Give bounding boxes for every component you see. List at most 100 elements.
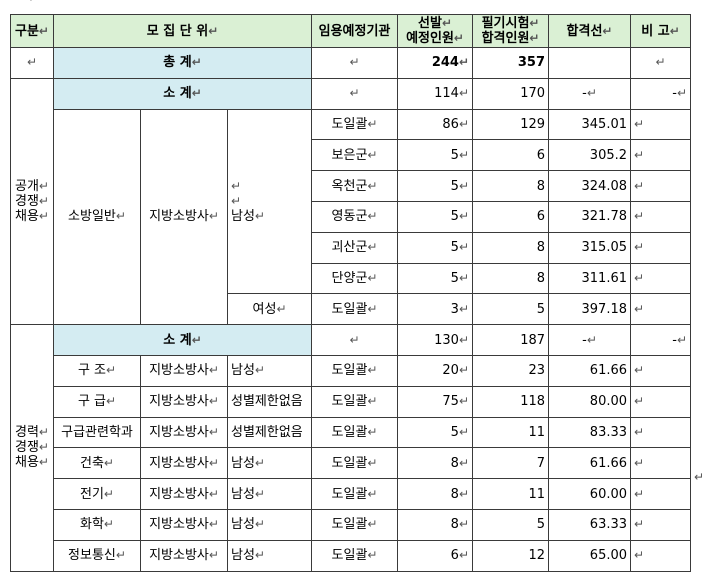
open-note: ↵ [630,139,692,172]
career-cutoff: 61.66 [548,447,632,480]
career-selected: 8↵ [397,508,474,541]
career-row: 구 급↵ 지방소방사↵ 성별제한없음 도일괄↵ 75↵ 118 80.00 ↵ [11,385,692,418]
career-subtotal-label: 소 계↵ [52,324,313,356]
open-note: ↵ [630,231,692,264]
open-cutoff: 321.78 [548,200,632,233]
total-label: 총 계↵ [52,47,313,79]
open-gender-female: 여성↵ [226,293,313,326]
open-subtotal-written: 170 [472,77,550,110]
career-agency: 도일괄↵ [311,447,399,480]
career-rank: 지방소방사↵ [140,478,228,510]
career-rank: 지방소방사↵ [140,539,228,572]
career-agency: 도일괄↵ [311,478,399,510]
open-subtotal-agency: ↵ [311,77,399,110]
career-subtotal-written: 187 [472,324,550,356]
header-selected: 선발↵ 예정인원↵ [397,14,474,48]
career-note: ↵ [630,508,692,541]
career-gender: 성별제한없음 [226,385,313,418]
open-cutoff: 324.08 [548,170,632,202]
open-note: ↵ [630,293,692,326]
career-written: 5 [472,508,550,541]
open-selected: 5↵ [397,262,474,295]
career-category: 경력↵ 경쟁↵ 채용↵ [10,324,54,572]
career-note: ↵ [630,416,692,449]
career-cutoff: 63.33 [548,508,632,541]
header-category: 구분↵ [10,14,54,48]
career-agency: 도일괄↵ [311,539,399,572]
career-gender: 남성↵ [226,508,313,541]
career-written: 11 [472,478,550,510]
open-agency: 영동군↵ [311,200,399,233]
open-selected: 5↵ [397,200,474,233]
open-written: 6 [472,200,550,233]
career-cutoff: 65.00 [548,539,632,572]
career-selected: 8↵ [397,478,474,510]
career-subtotal-agency: ↵ [311,324,399,356]
total-selected: 244↵ [397,47,474,79]
career-field: 구 급↵ [53,385,141,418]
open-category: 공개↵ 경쟁↵ 채용↵ [10,77,54,326]
open-written: 8 [472,170,550,202]
career-note: ↵ [630,354,692,387]
career-field: 정보통신↵ [53,539,141,572]
career-gender: 남성↵ [226,478,313,510]
career-cutoff: 60.00 [548,478,632,510]
open-written: 5 [472,293,550,326]
career-selected: 6↵ [397,539,474,572]
open-agency: 도일괄↵ [311,108,399,141]
career-written: 23 [472,354,550,387]
career-note: ↵ [630,447,692,480]
total-agency-cell: ↵ [311,47,399,79]
cropped-caption-mark: ↵ [28,0,38,5]
open-subtotal-cutoff: -↵ [548,77,632,110]
open-agency: 옥천군↵ [311,170,399,202]
open-written: 6 [472,139,550,172]
total-written: 357 [472,47,550,79]
open-written: 129 [472,108,550,141]
career-field: 구급관련학과 [53,416,141,449]
open-agency: 괴산군↵ [311,231,399,264]
career-written: 118 [472,385,550,418]
open-selected: 5↵ [397,231,474,264]
career-subtotal-note: -↵ [630,324,692,356]
career-subtotal-cutoff: -↵ [548,324,632,356]
open-selected: 5↵ [397,139,474,172]
career-selected: 75↵ [397,385,474,418]
open-subtotal-selected: 114↵ [397,77,474,110]
career-selected: 8↵ [397,447,474,480]
total-note-cell: ↵ [630,47,692,79]
career-rank: 지방소방사↵ [140,447,228,480]
career-row: 화학↵ 지방소방사↵ 남성↵ 도일괄↵ 8↵ 5 63.33 ↵ [11,508,692,541]
header-note: 비 고↵ [630,14,692,48]
career-gender: 남성↵ [226,447,313,480]
career-row: 전기↵ 지방소방사↵ 남성↵ 도일괄↵ 8↵ 11 60.00 ↵ [11,478,692,510]
open-cutoff: 345.01 [548,108,632,141]
total-row: ↵ 총 계↵ ↵ 244↵ 357 ↵ [10,47,692,79]
total-category-cell: ↵ [10,47,54,79]
career-cutoff: 80.00 [548,385,632,418]
open-subtotal-note: -↵ [630,77,692,110]
open-written: 8 [472,262,550,295]
career-gender: 남성↵ [226,354,313,387]
open-subtotal-label: 소 계↵ [52,77,313,110]
open-rank: 지방소방사↵ [140,108,228,326]
career-row: 구 조↵ 지방소방사↵ 남성↵ 도일괄↵ 20↵ 23 61.66 ↵ [11,354,692,387]
career-row: 건축↵ 지방소방사↵ 남성↵ 도일괄↵ 8↵ 7 61.66 ↵ [11,447,692,480]
open-agency: 단양군↵ [311,262,399,295]
career-row: 구급관련학과 지방소방사↵ 성별제한없음 도일괄↵ 5↵ 11 83.33 ↵ [11,416,692,449]
open-gender-male: ↵ ↵ 남성↵ [226,108,313,295]
open-note: ↵ [630,200,692,233]
career-note: ↵ [630,539,692,572]
open-cutoff: 305.2 [548,139,632,172]
career-rank: 지방소방사↵ [140,416,228,449]
career-gender: 남성↵ [226,539,313,572]
open-agency: 보은군↵ [311,139,399,172]
career-gender: 성별제한없음 [226,416,313,449]
career-note: ↵ [630,385,692,418]
open-note: ↵ [630,170,692,202]
career-cutoff: 61.66 [548,354,632,387]
career-agency: 도일괄↵ [311,416,399,449]
career-agency: 도일괄↵ [311,354,399,387]
career-written: 7 [472,447,550,480]
open-selected: 3↵ [397,293,474,326]
